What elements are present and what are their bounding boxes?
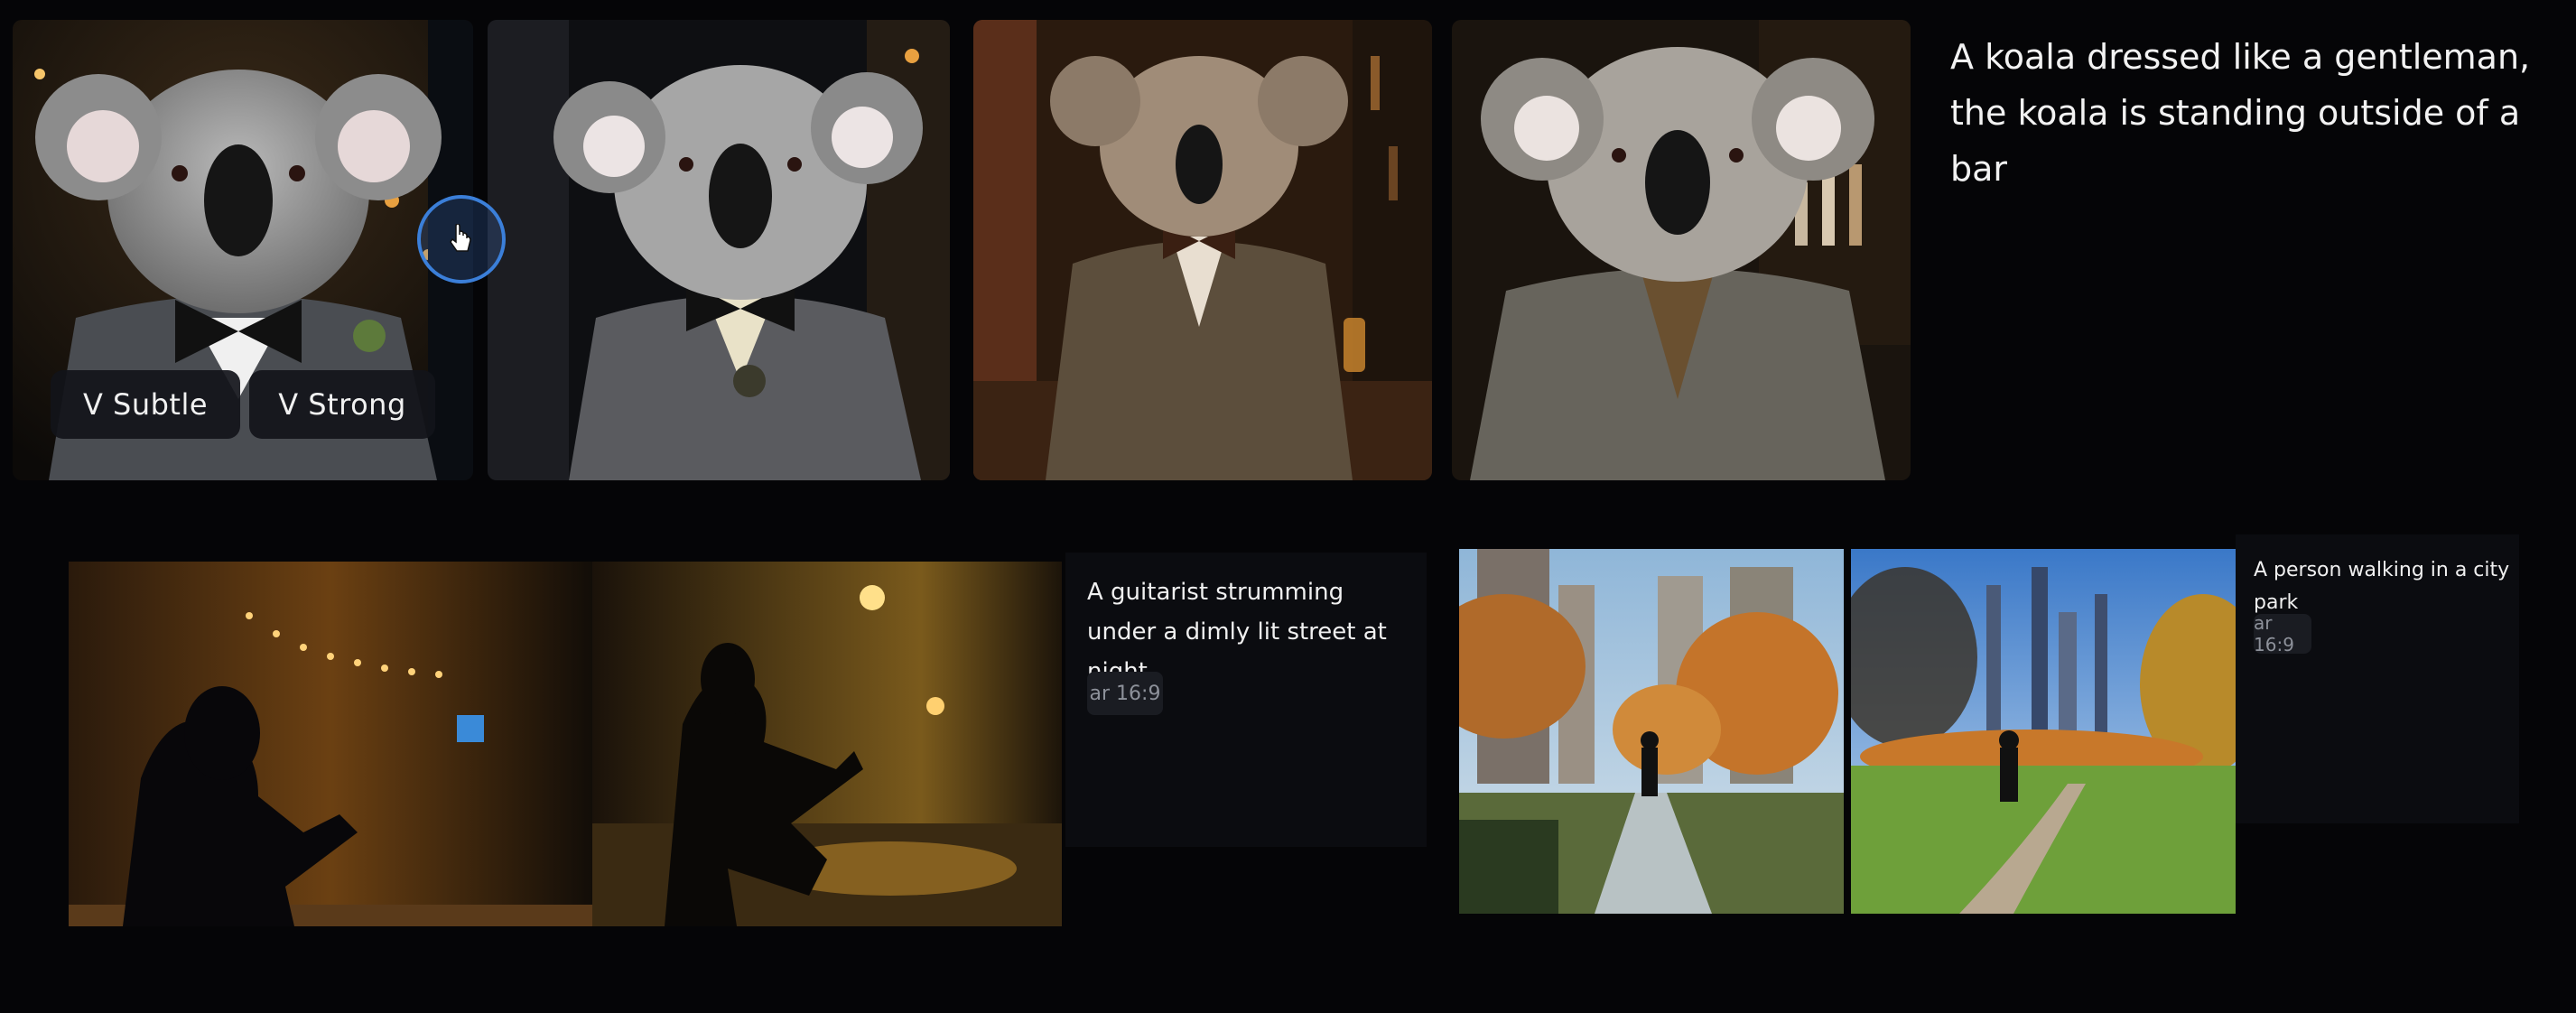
guitarist-image-2[interactable] — [592, 562, 1062, 926]
guitarist-aspect-ratio-tag[interactable]: ar 16:9 — [1087, 672, 1163, 715]
koala-prompt-text: A koala dressed like a gentleman, the ko… — [1950, 37, 2531, 189]
koala-image-3[interactable] — [973, 20, 1432, 480]
koala-image-4[interactable] — [1452, 20, 1911, 480]
park-aspect-ratio-tag[interactable]: ar 16:9 — [2254, 612, 2311, 655]
vary-strong-label: V Strong — [278, 387, 406, 422]
guitarist-image-1[interactable] — [69, 562, 592, 926]
guitarist-prompt-panel: A guitarist strumming under a dimly lit … — [1065, 553, 1427, 847]
pointer-cursor-icon — [417, 195, 506, 283]
park-image-1[interactable] — [1459, 549, 1844, 914]
koala-image-2[interactable] — [488, 20, 950, 480]
vary-subtle-button[interactable]: V Subtle — [51, 370, 240, 439]
park-image-2[interactable] — [1851, 549, 2236, 914]
vary-subtle-label: V Subtle — [82, 387, 209, 422]
vary-strong-button[interactable]: V Strong — [249, 370, 435, 439]
park-prompt-text: A person walking in a city park — [2254, 559, 2510, 614]
park-prompt-panel: A person walking in a city park ar 16:9 — [2236, 534, 2519, 823]
